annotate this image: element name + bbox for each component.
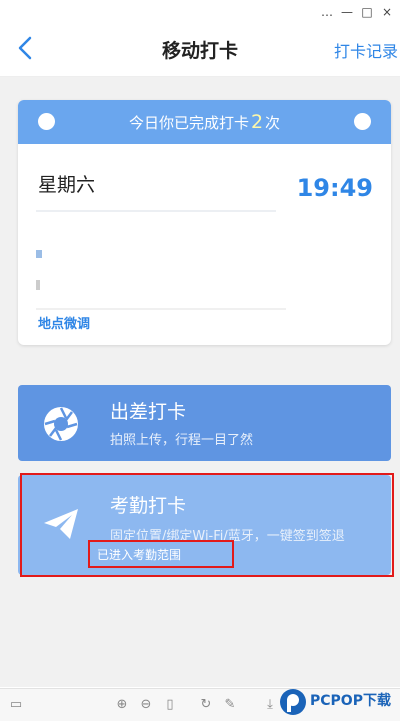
punch-count-banner: 今日你已完成打卡 2 次 (18, 100, 391, 144)
fit-icon[interactable]: ▯ (162, 697, 178, 713)
ticket-edge (18, 339, 391, 345)
punch-summary-card: 今日你已完成打卡 2 次 星期六 19:49 地点微调 (18, 100, 391, 345)
minimize-button[interactable]: — (336, 2, 358, 22)
zoom-out-icon[interactable]: ⊖ (138, 697, 154, 713)
maximize-button[interactable]: □ (356, 2, 378, 22)
weekday-label: 星期六 (38, 174, 96, 196)
in-range-status: 已进入考勤范围 (88, 540, 234, 568)
rotate-icon[interactable]: ↻ (198, 697, 214, 713)
edit-icon[interactable]: ✎ (222, 697, 238, 713)
placeholder-line (36, 280, 40, 290)
window-titlebar: … — □ × (0, 0, 400, 24)
banner-prefix: 今日你已完成打卡 (128, 114, 249, 132)
download-icon[interactable]: ⤓ (262, 697, 278, 713)
zoom-in-icon[interactable]: ⊕ (114, 697, 130, 713)
business-trip-punch-card[interactable]: 出差打卡 拍照上传，行程一目了然 (18, 385, 391, 461)
watermark-text: PCPOP下载 (310, 693, 391, 709)
camera-shutter-icon (44, 407, 78, 441)
panel-icon[interactable]: ▭ (8, 697, 24, 713)
punch-count: 2 (250, 111, 264, 133)
location-adjust-link[interactable]: 地点微调 (38, 313, 90, 332)
card-title: 出差打卡 (110, 401, 187, 423)
divider (36, 308, 286, 310)
watermark-logo: PCPOP下载 (278, 684, 400, 720)
more-icon[interactable]: … (316, 2, 338, 22)
punch-count-text: 今日你已完成打卡 2 次 (18, 111, 391, 133)
current-time: 19:49 (296, 174, 373, 202)
nav-header: 移动打卡 打卡记录 (0, 24, 400, 77)
location-marker (36, 250, 42, 258)
card-subtitle: 拍照上传，行程一目了然 (110, 433, 254, 448)
main-content: 今日你已完成打卡 2 次 星期六 19:49 地点微调 出差打卡 拍照上传，行程一目… (0, 77, 400, 687)
brand-logo-icon (280, 689, 306, 715)
banner-suffix: 次 (265, 114, 281, 132)
punch-record-link[interactable]: 打卡记录 (334, 38, 398, 62)
divider (36, 210, 276, 212)
close-button[interactable]: × (376, 2, 398, 22)
